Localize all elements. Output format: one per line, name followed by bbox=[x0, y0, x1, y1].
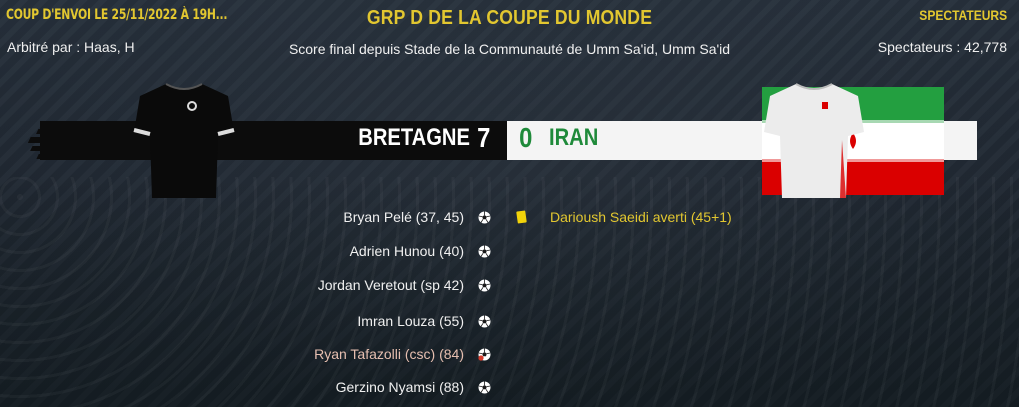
yellow-card-icon bbox=[516, 210, 527, 224]
away-speed-lines bbox=[940, 121, 975, 159]
goal-ball-icon bbox=[478, 245, 491, 258]
spectators-heading: SPECTATEURS bbox=[919, 7, 1007, 23]
competition-title: GRP D DE LA COUPE DU MONDE bbox=[366, 7, 653, 29]
home-event-4[interactable]: Imran Louza (55) bbox=[357, 313, 464, 329]
goal-ball-icon bbox=[478, 279, 491, 292]
home-event-2[interactable]: Adrien Hunou (40) bbox=[350, 243, 464, 259]
spectators-count: Spectateurs : 42,778 bbox=[877, 39, 1007, 55]
home-score: 7 bbox=[477, 122, 491, 153]
home-event-5[interactable]: Ryan Tafazolli (csc) (84) bbox=[314, 346, 464, 362]
away-team-name[interactable]: IRAN bbox=[549, 124, 598, 152]
away-score: 0 bbox=[519, 122, 533, 153]
goal-ball-icon bbox=[478, 315, 491, 328]
home-shirt-icon[interactable] bbox=[132, 80, 236, 202]
home-event-6[interactable]: Gerzino Nyamsi (88) bbox=[336, 379, 464, 395]
away-event-1[interactable]: Darioush Saeidi averti (45+1) bbox=[550, 209, 732, 225]
home-event-3[interactable]: Jordan Veretout (sp 42) bbox=[318, 277, 464, 293]
referee-info: Arbitré par : Haas, H bbox=[7, 39, 135, 55]
crowd-background bbox=[0, 177, 1019, 407]
goal-ball-icon bbox=[478, 381, 491, 394]
home-team-name[interactable]: BRETAGNE bbox=[358, 124, 470, 152]
away-shirt-icon[interactable] bbox=[762, 80, 866, 202]
home-event-1[interactable]: Bryan Pelé (37, 45) bbox=[343, 209, 464, 225]
result-venue-text: Score final depuis Stade de la Communaut… bbox=[288, 41, 731, 57]
own-goal-ball-icon bbox=[478, 348, 491, 361]
goal-ball-icon bbox=[478, 211, 491, 224]
